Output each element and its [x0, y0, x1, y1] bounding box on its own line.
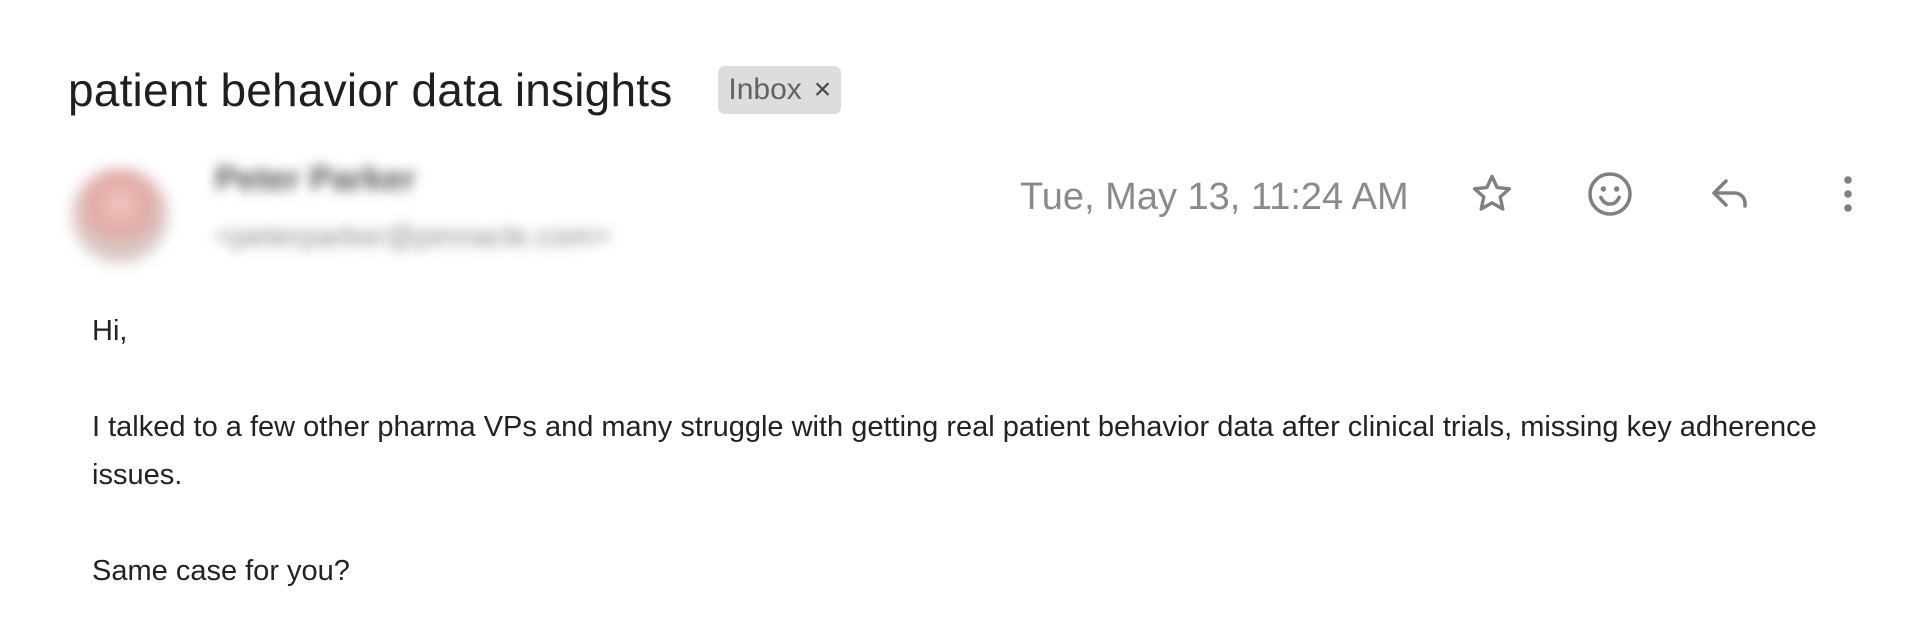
email-subject: patient behavior data insights [68, 64, 673, 116]
body-paragraph: I talked to a few other pharma VPs and m… [92, 411, 1817, 491]
email-timestamp: Tue, May 13, 11:24 AM [1020, 176, 1409, 218]
email-body: Hi, I talked to a few other pharma VPs a… [92, 307, 1852, 595]
body-greeting: Hi, [92, 315, 128, 347]
add-reaction-button[interactable] [1582, 166, 1638, 222]
reply-button[interactable] [1702, 166, 1758, 222]
email-view: patient behavior data insights Inbox × P… [0, 0, 1920, 642]
body-paragraph: Same case for you? [92, 555, 350, 587]
subject-row: patient behavior data insights Inbox × [68, 62, 842, 118]
remove-label-icon[interactable]: × [814, 75, 832, 105]
sender-name[interactable]: Peter Parker [215, 160, 415, 199]
sender-email: <peterparker@pinnacle.com> [215, 220, 611, 253]
reply-icon [1712, 179, 1747, 208]
sender-avatar[interactable] [72, 168, 168, 264]
emoji-reaction-icon [1588, 172, 1632, 216]
more-options-button[interactable] [1820, 166, 1876, 222]
label-chip-inbox[interactable]: Inbox × [718, 66, 842, 114]
star-icon [1472, 174, 1512, 211]
star-button[interactable] [1464, 166, 1520, 222]
more-vertical-icon [1844, 176, 1852, 212]
label-chip-text: Inbox [728, 73, 802, 106]
